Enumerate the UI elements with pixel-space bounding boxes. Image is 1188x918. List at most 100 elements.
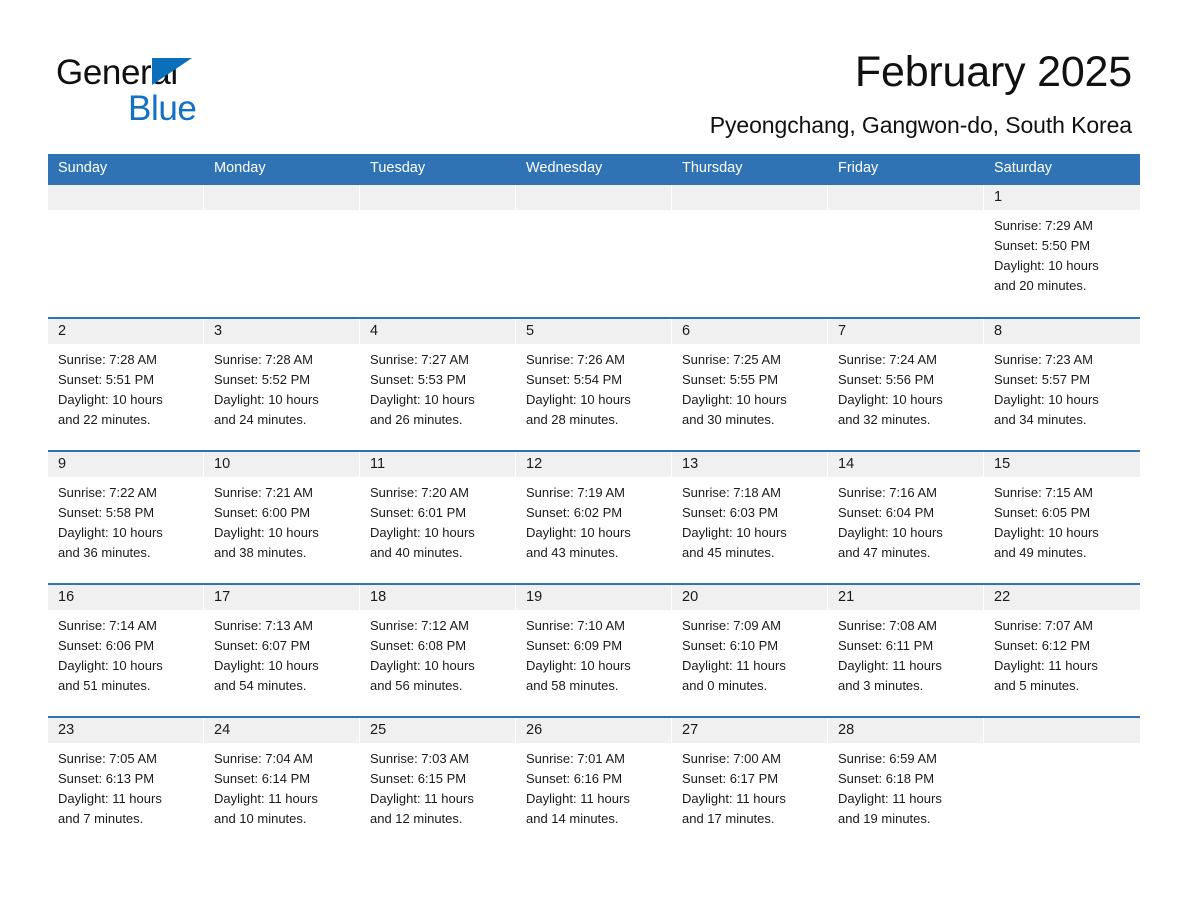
day-number: 6	[672, 319, 828, 344]
daylight-text-line2: and 45 minutes.	[682, 545, 775, 560]
daylight-text-line2: and 7 minutes.	[58, 811, 144, 826]
day-cell[interactable]: 5 Sunrise: 7:26 AM Sunset: 5:54 PM Dayli…	[516, 319, 672, 450]
day-cell[interactable]	[204, 185, 360, 317]
sunrise-text: Sunrise: 7:14 AM	[58, 618, 157, 633]
daylight-text-line1: Daylight: 11 hours	[682, 791, 786, 806]
day-number	[204, 185, 360, 210]
day-cell[interactable]: 11 Sunrise: 7:20 AM Sunset: 6:01 PM Dayl…	[360, 452, 516, 583]
day-cell[interactable]: 14 Sunrise: 7:16 AM Sunset: 6:04 PM Dayl…	[828, 452, 984, 583]
day-number: 12	[516, 452, 672, 477]
day-info: Sunrise: 7:18 AM Sunset: 6:03 PM Dayligh…	[672, 477, 828, 563]
sunrise-text: Sunrise: 7:24 AM	[838, 352, 937, 367]
day-cell[interactable]: 7 Sunrise: 7:24 AM Sunset: 5:56 PM Dayli…	[828, 319, 984, 450]
day-cell[interactable]: 1 Sunrise: 7:29 AM Sunset: 5:50 PM Dayli…	[984, 185, 1140, 317]
sunrise-text: Sunrise: 7:05 AM	[58, 751, 157, 766]
day-cell[interactable]	[672, 185, 828, 317]
day-number: 20	[672, 585, 828, 610]
sunrise-text: Sunrise: 7:01 AM	[526, 751, 625, 766]
daylight-text-line2: and 58 minutes.	[526, 678, 619, 693]
day-cell[interactable]: 24 Sunrise: 7:04 AM Sunset: 6:14 PM Dayl…	[204, 718, 360, 849]
day-number	[48, 185, 204, 210]
daylight-text-line2: and 24 minutes.	[214, 412, 307, 427]
daylight-text-line2: and 47 minutes.	[838, 545, 931, 560]
daylight-text-line1: Daylight: 10 hours	[994, 258, 1099, 273]
daylight-text-line2: and 56 minutes.	[370, 678, 463, 693]
day-cell[interactable]	[984, 718, 1140, 849]
daylight-text-line2: and 19 minutes.	[838, 811, 931, 826]
day-cell[interactable]	[516, 185, 672, 317]
daylight-text-line2: and 26 minutes.	[370, 412, 463, 427]
sunset-text: Sunset: 6:11 PM	[838, 638, 934, 653]
day-info: Sunrise: 7:26 AM Sunset: 5:54 PM Dayligh…	[516, 344, 672, 430]
day-cell[interactable]: 26 Sunrise: 7:01 AM Sunset: 6:16 PM Dayl…	[516, 718, 672, 849]
day-info: Sunrise: 7:10 AM Sunset: 6:09 PM Dayligh…	[516, 610, 672, 696]
daylight-text-line1: Daylight: 10 hours	[58, 392, 163, 407]
daylight-text-line1: Daylight: 11 hours	[838, 658, 942, 673]
day-cell[interactable]	[360, 185, 516, 317]
calendar-week-row: 2 Sunrise: 7:28 AM Sunset: 5:51 PM Dayli…	[48, 317, 1140, 450]
day-cell[interactable]: 17 Sunrise: 7:13 AM Sunset: 6:07 PM Dayl…	[204, 585, 360, 716]
day-cell[interactable]: 12 Sunrise: 7:19 AM Sunset: 6:02 PM Dayl…	[516, 452, 672, 583]
day-cell[interactable]: 19 Sunrise: 7:10 AM Sunset: 6:09 PM Dayl…	[516, 585, 672, 716]
sunset-text: Sunset: 5:58 PM	[58, 505, 155, 520]
weekday-header-monday: Monday	[214, 160, 266, 176]
day-cell[interactable]: 23 Sunrise: 7:05 AM Sunset: 6:13 PM Dayl…	[48, 718, 204, 849]
day-cell[interactable]: 15 Sunrise: 7:15 AM Sunset: 6:05 PM Dayl…	[984, 452, 1140, 583]
day-number: 3	[204, 319, 360, 344]
day-cell[interactable]: 22 Sunrise: 7:07 AM Sunset: 6:12 PM Dayl…	[984, 585, 1140, 716]
day-cell[interactable]: 18 Sunrise: 7:12 AM Sunset: 6:08 PM Dayl…	[360, 585, 516, 716]
daylight-text-line1: Daylight: 11 hours	[58, 791, 162, 806]
day-cell[interactable]: 28 Sunrise: 6:59 AM Sunset: 6:18 PM Dayl…	[828, 718, 984, 849]
daylight-text-line2: and 49 minutes.	[994, 545, 1087, 560]
day-number: 10	[204, 452, 360, 477]
daylight-text-line2: and 20 minutes.	[994, 278, 1087, 293]
day-number: 15	[984, 452, 1140, 477]
daylight-text-line2: and 34 minutes.	[994, 412, 1087, 427]
sunset-text: Sunset: 5:53 PM	[370, 372, 467, 387]
day-cell[interactable]: 20 Sunrise: 7:09 AM Sunset: 6:10 PM Dayl…	[672, 585, 828, 716]
day-cell[interactable]: 25 Sunrise: 7:03 AM Sunset: 6:15 PM Dayl…	[360, 718, 516, 849]
day-number: 1	[984, 185, 1140, 210]
day-cell[interactable]: 21 Sunrise: 7:08 AM Sunset: 6:11 PM Dayl…	[828, 585, 984, 716]
day-info: Sunrise: 7:12 AM Sunset: 6:08 PM Dayligh…	[360, 610, 516, 696]
day-info: Sunrise: 7:03 AM Sunset: 6:15 PM Dayligh…	[360, 743, 516, 829]
day-cell[interactable]: 2 Sunrise: 7:28 AM Sunset: 5:51 PM Dayli…	[48, 319, 204, 450]
day-cell[interactable]: 16 Sunrise: 7:14 AM Sunset: 6:06 PM Dayl…	[48, 585, 204, 716]
day-cell[interactable]: 13 Sunrise: 7:18 AM Sunset: 6:03 PM Dayl…	[672, 452, 828, 583]
daylight-text-line1: Daylight: 10 hours	[838, 392, 943, 407]
day-cell[interactable]: 10 Sunrise: 7:21 AM Sunset: 6:00 PM Dayl…	[204, 452, 360, 583]
daylight-text-line1: Daylight: 11 hours	[214, 791, 318, 806]
day-cell[interactable]	[828, 185, 984, 317]
day-info: Sunrise: 7:07 AM Sunset: 6:12 PM Dayligh…	[984, 610, 1140, 696]
sunrise-text: Sunrise: 7:28 AM	[58, 352, 157, 367]
sunrise-text: Sunrise: 7:16 AM	[838, 485, 937, 500]
sunset-text: Sunset: 6:09 PM	[526, 638, 623, 653]
daylight-text-line2: and 22 minutes.	[58, 412, 151, 427]
day-cell[interactable]: 4 Sunrise: 7:27 AM Sunset: 5:53 PM Dayli…	[360, 319, 516, 450]
day-cell[interactable]: 6 Sunrise: 7:25 AM Sunset: 5:55 PM Dayli…	[672, 319, 828, 450]
sunset-text: Sunset: 6:04 PM	[838, 505, 935, 520]
day-info: Sunrise: 7:27 AM Sunset: 5:53 PM Dayligh…	[360, 344, 516, 430]
daylight-text-line1: Daylight: 10 hours	[682, 392, 787, 407]
sunrise-text: Sunrise: 7:19 AM	[526, 485, 625, 500]
day-info: Sunrise: 7:28 AM Sunset: 5:51 PM Dayligh…	[48, 344, 204, 430]
day-info: Sunrise: 7:08 AM Sunset: 6:11 PM Dayligh…	[828, 610, 984, 696]
sunset-text: Sunset: 6:03 PM	[682, 505, 779, 520]
day-number	[672, 185, 828, 210]
daylight-text-line1: Daylight: 11 hours	[682, 658, 786, 673]
daylight-text-line2: and 10 minutes.	[214, 811, 307, 826]
day-number: 11	[360, 452, 516, 477]
sunset-text: Sunset: 6:08 PM	[370, 638, 467, 653]
day-cell[interactable]: 27 Sunrise: 7:00 AM Sunset: 6:17 PM Dayl…	[672, 718, 828, 849]
generalblue-logo[interactable]: General Blue	[56, 44, 316, 130]
daylight-text-line1: Daylight: 10 hours	[370, 392, 475, 407]
day-cell[interactable]: 9 Sunrise: 7:22 AM Sunset: 5:58 PM Dayli…	[48, 452, 204, 583]
day-cell[interactable]: 3 Sunrise: 7:28 AM Sunset: 5:52 PM Dayli…	[204, 319, 360, 450]
day-cell[interactable]: 8 Sunrise: 7:23 AM Sunset: 5:57 PM Dayli…	[984, 319, 1140, 450]
day-number: 21	[828, 585, 984, 610]
daylight-text-line1: Daylight: 10 hours	[682, 525, 787, 540]
day-info: Sunrise: 7:24 AM Sunset: 5:56 PM Dayligh…	[828, 344, 984, 430]
logo-word-blue: Blue	[128, 89, 197, 128]
day-cell[interactable]	[48, 185, 204, 317]
sunrise-text: Sunrise: 7:23 AM	[994, 352, 1093, 367]
